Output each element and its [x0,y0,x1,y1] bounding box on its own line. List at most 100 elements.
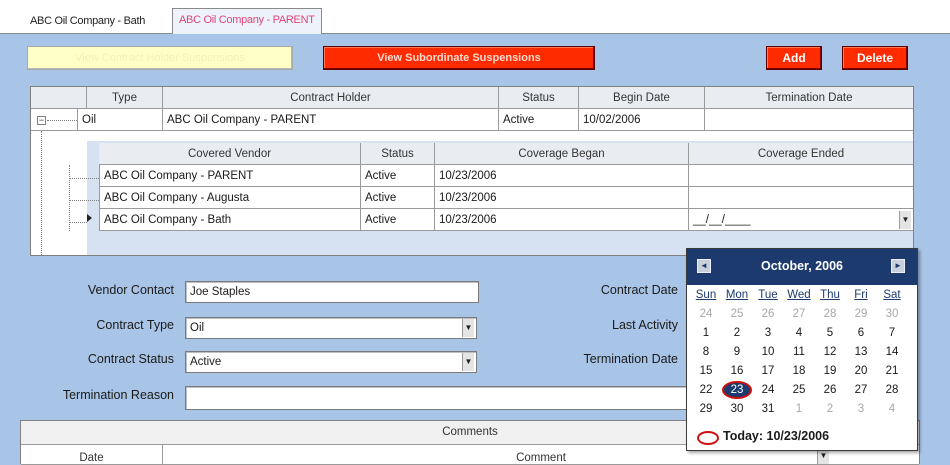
coverage-ended-cell[interactable] [689,187,913,209]
calendar-day[interactable]: 21 [879,364,905,378]
today-button[interactable]: Today: 10/23/2006 [723,429,829,443]
column-header-coverage-ended[interactable]: Coverage Ended [689,143,913,165]
previous-month-icon[interactable]: ◄ [697,259,711,273]
contract-status-dropdown-icon[interactable]: ▼ [462,353,474,371]
date-picker-popup: ◄ October, 2006 ► Sun Mon Tue Wed Thu Fri Sat … [686,248,918,451]
tree-line [41,131,42,255]
calendar-day[interactable]: 3 [755,326,781,340]
calendar-day[interactable]: 28 [817,307,843,321]
calendar-day[interactable]: 19 [817,364,843,378]
calendar-day[interactable]: 9 [724,345,750,359]
contract-begin-date-cell[interactable]: 10/02/2006 [579,109,705,131]
column-header-type[interactable]: Type [87,87,163,109]
calendar-day[interactable]: 26 [755,307,781,321]
calendar-day[interactable]: 27 [786,307,812,321]
calendar-day[interactable]: 10 [755,345,781,359]
column-header-coverage-began[interactable]: Coverage Began [435,143,689,165]
coverage-began-cell[interactable]: 10/23/2006 [435,209,689,231]
calendar-day[interactable]: 8 [693,345,719,359]
calendar-day[interactable]: 29 [848,307,874,321]
contract-type-select[interactable]: Oil [185,317,477,339]
termination-reason-label: Termination Reason [62,388,174,402]
termination-reason-field[interactable] [185,386,688,410]
calendar-day[interactable]: 3 [848,402,874,416]
contract-status-cell[interactable]: Active [499,109,579,131]
contract-grid: Type Contract Holder Status Begin Date T… [30,86,914,256]
calendar-day[interactable]: 14 [879,345,905,359]
calendar-day[interactable]: 15 [693,364,719,378]
day-of-week-header: Wed [787,289,811,301]
contract-type-dropdown-icon[interactable]: ▼ [462,319,474,337]
delete-button[interactable]: Delete [842,46,908,70]
calendar-day[interactable]: 27 [848,383,874,397]
column-header-begin-date[interactable]: Begin Date [579,87,705,109]
calendar-day[interactable]: 4 [786,326,812,340]
calendar-day[interactable]: 16 [724,364,750,378]
tree-branch [69,178,99,179]
contract-termination-date-cell[interactable] [705,109,913,131]
calendar-day[interactable]: 25 [786,383,812,397]
vendor-status-cell[interactable]: Active [361,187,435,209]
covered-vendor-cell[interactable]: ABC Oil Company - Augusta [99,187,361,209]
calendar-day[interactable]: 7 [879,326,905,340]
calendar-month-title: October, 2006 [761,259,843,273]
column-header-comment-date[interactable]: Date [21,445,163,465]
calendar-day[interactable]: 22 [693,383,719,397]
coverage-ended-cell[interactable] [689,165,913,187]
day-of-week-header: Sat [883,289,901,301]
tab-abc-oil-parent[interactable]: ABC Oil Company - PARENT [172,8,322,34]
calendar-day[interactable]: 24 [693,307,719,321]
contract-type-cell[interactable]: Oil [77,109,163,131]
vendor-status-cell[interactable]: Active [361,165,435,187]
coverage-began-cell[interactable]: 10/23/2006 [435,165,689,187]
vendor-status-cell[interactable]: Active [361,209,435,231]
today-circle-icon [697,431,719,445]
coverage-began-cell[interactable]: 10/23/2006 [435,187,689,209]
calendar-day[interactable]: 2 [724,326,750,340]
coverage-ended-dropdown-icon[interactable]: ▼ [899,211,911,229]
calendar-day[interactable]: 24 [755,383,781,397]
calendar-day[interactable]: 2 [817,402,843,416]
column-header-termination-date[interactable]: Termination Date [705,87,913,109]
calendar-day[interactable]: 17 [755,364,781,378]
tab-abc-oil-bath[interactable]: ABC Oil Company - Bath [24,10,151,34]
calendar-day[interactable]: 1 [786,402,812,416]
contract-status-select[interactable]: Active [185,351,477,373]
calendar-day[interactable]: 12 [817,345,843,359]
calendar-day[interactable]: 25 [724,307,750,321]
contract-status-label: Contract Status [87,352,174,366]
calendar-day[interactable]: 23 [724,383,750,397]
calendar-day[interactable]: 4 [879,402,905,416]
calendar-day[interactable]: 13 [848,345,874,359]
calendar-day[interactable]: 5 [817,326,843,340]
last-activity-label: Last Activity [612,318,678,332]
calendar-day[interactable]: 1 [693,326,719,340]
contract-type-label: Contract Type [96,318,174,332]
calendar-day[interactable]: 20 [848,364,874,378]
calendar-day[interactable]: 18 [786,364,812,378]
calendar-day[interactable]: 6 [848,326,874,340]
contract-holder-cell[interactable]: ABC Oil Company - PARENT [163,109,499,131]
covered-vendor-cell[interactable]: ABC Oil Company - Bath [99,209,361,231]
covered-vendor-cell[interactable]: ABC Oil Company - PARENT [99,165,361,187]
column-header-contract-holder[interactable]: Contract Holder [163,87,499,109]
calendar-day[interactable]: 28 [879,383,905,397]
view-subordinate-suspensions-button[interactable]: View Subordinate Suspensions [323,46,595,70]
tree-connector [47,120,77,121]
calendar-day[interactable]: 30 [879,307,905,321]
view-contract-holder-suspensions-button[interactable]: View Contract Holder Suspensions [27,46,293,70]
collapse-icon[interactable]: − [37,116,46,125]
calendar-day[interactable]: 30 [724,402,750,416]
calendar-day[interactable]: 26 [817,383,843,397]
column-header-vendor-status[interactable]: Status [361,143,435,165]
coverage-ended-input[interactable]: __/__/____ [689,209,913,231]
column-header-status[interactable]: Status [499,87,579,109]
add-button[interactable]: Add [766,46,822,70]
calendar-day[interactable]: 29 [693,402,719,416]
calendar-day[interactable]: 31 [755,402,781,416]
next-month-icon[interactable]: ► [891,259,905,273]
column-header-covered-vendor[interactable]: Covered Vendor [99,143,361,165]
vendor-contact-field[interactable]: Joe Staples [185,281,479,303]
tab-strip: ABC Oil Company - Bath ABC Oil Company -… [0,0,950,34]
calendar-day[interactable]: 11 [786,345,812,359]
